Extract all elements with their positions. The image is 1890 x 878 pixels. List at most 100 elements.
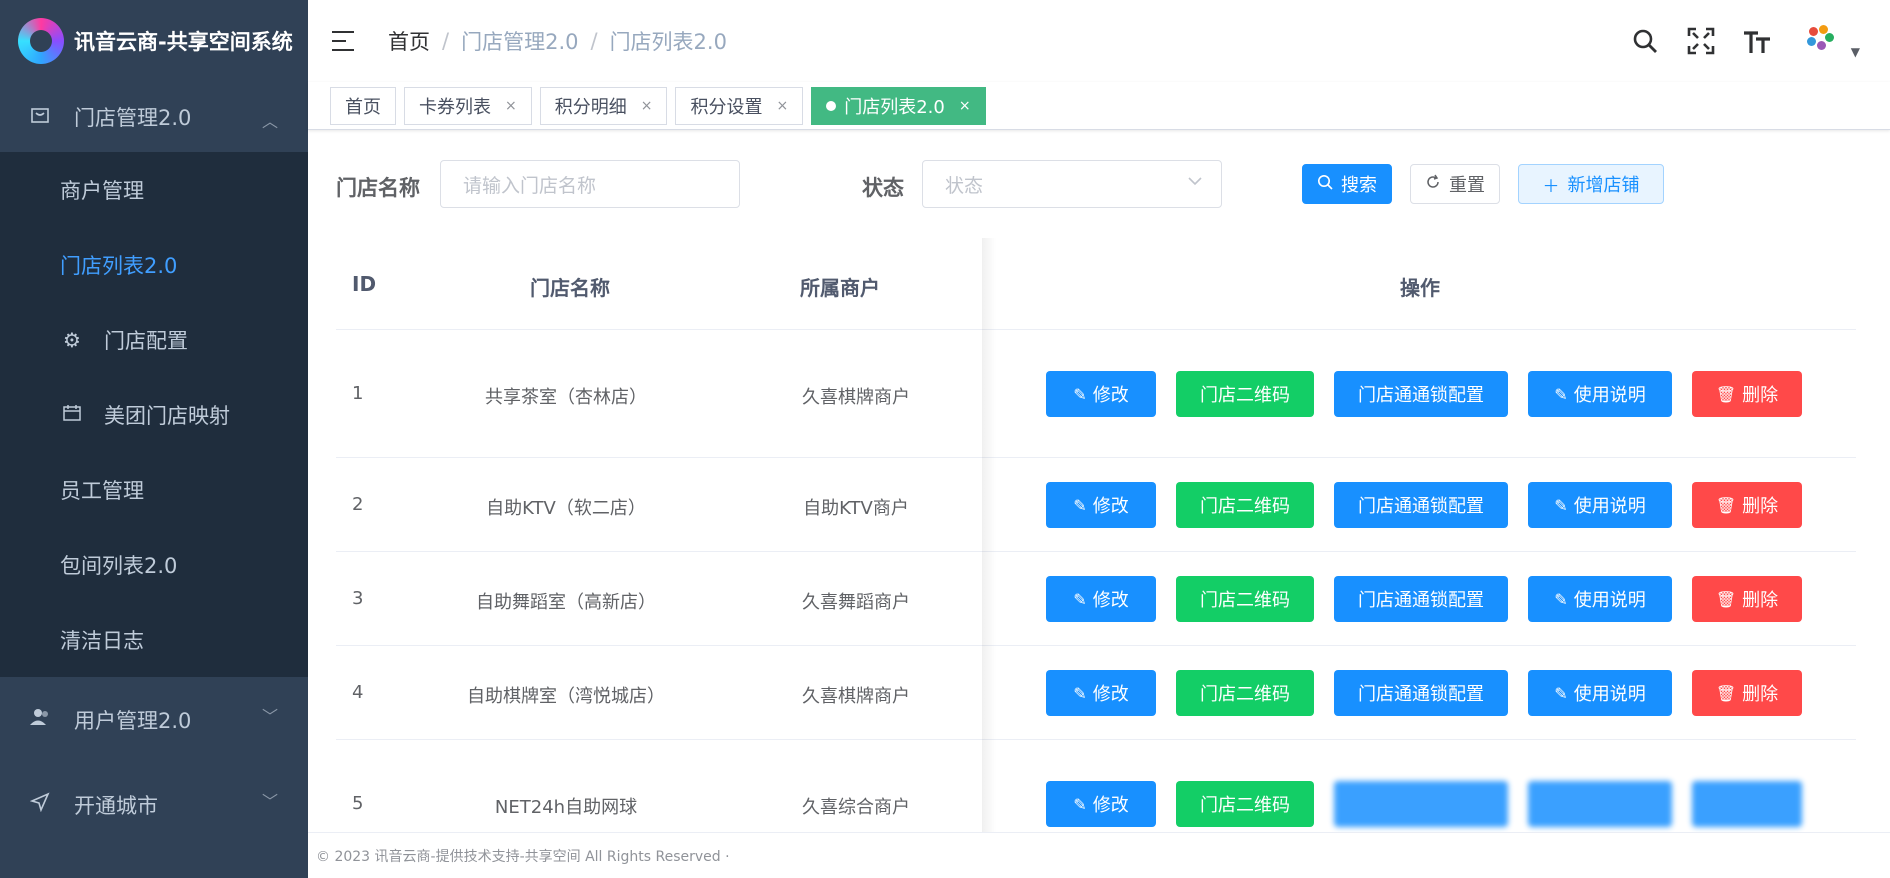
delete-button[interactable]: 🗑删除 [1692, 670, 1802, 716]
tag-label: 门店列表2.0 [844, 96, 945, 118]
plus-icon: ＋ [1542, 176, 1560, 197]
lock-config-button[interactable]: 门店通通锁配置 [1334, 670, 1508, 716]
store-qrcode-button[interactable]: 门店二维码 [1176, 482, 1314, 528]
sidebar-item-store-list[interactable]: 门店列表2.0 [0, 227, 308, 302]
edit-button[interactable]: ✎ 修改 [1046, 371, 1156, 417]
chevron-up-icon: ︿ [261, 112, 278, 131]
store-qrcode-button[interactable]: 门店二维码 [1176, 670, 1314, 716]
delete-button-label: 删除 [1742, 684, 1779, 705]
store-qrcode-button[interactable]: 门店二维码 [1176, 371, 1314, 417]
add-store-button[interactable]: ＋ 新增店铺 [1518, 164, 1664, 204]
store-qrcode-button-label: 门店二维码 [1200, 496, 1290, 517]
user-avatar-menu[interactable]: ▼ [1800, 21, 1860, 61]
delete-button[interactable]: 🗑删除 [1692, 371, 1802, 417]
delete-button-label: 删除 [1742, 385, 1779, 406]
menu-group-store-management[interactable]: 门店管理2.0 ︿ [0, 82, 308, 152]
logo-icon [18, 18, 64, 64]
cell-merchant: 久喜综合商户 [802, 797, 910, 818]
edit-icon: ✎ [1073, 683, 1087, 703]
actions-row: ✎修改门店二维码门店通通锁配置✎使用说明🗑删除 [986, 646, 1856, 740]
delete-button[interactable]: 🗑删除 [1692, 482, 1802, 528]
reset-button-label: 重置 [1449, 175, 1485, 196]
instructions-button[interactable]: ✎使用说明 [1528, 482, 1672, 528]
sidebar-item-merchant-management[interactable]: 商户管理 [0, 152, 308, 227]
delete-button[interactable]: 🗑删除 [1692, 576, 1802, 622]
instructions-button[interactable]: ✎使用说明 [1528, 576, 1672, 622]
close-icon[interactable]: × [959, 98, 971, 114]
cell-merchant: 久喜棋牌商户 [802, 387, 910, 408]
reset-button[interactable]: 重置 [1410, 164, 1500, 204]
edit-icon: ✎ [1554, 495, 1568, 515]
edit-icon: ✎ [1554, 683, 1568, 703]
font-size-icon[interactable] [1729, 0, 1785, 82]
edit-button[interactable]: ✎ 修改 [1046, 670, 1156, 716]
menu-group-label: 用户管理2.0 [74, 708, 192, 733]
menu-group-user-management[interactable]: 用户管理2.0 ﹀ [0, 677, 308, 762]
sidebar-item-staff-management[interactable]: 员工管理 [0, 452, 308, 527]
delete-button-label: 删除 [1742, 590, 1779, 611]
cell-merchant: 久喜舞蹈商户 [802, 592, 910, 613]
tag-label: 首页 [345, 96, 381, 118]
lock-config-button[interactable]: 门店通通锁配置 [1334, 576, 1508, 622]
trash-icon: 🗑 [1715, 495, 1737, 515]
edit-icon: ✎ [1073, 495, 1087, 515]
store-qrcode-button[interactable]: 门店二维码 [1176, 781, 1314, 827]
edit-button[interactable]: ✎ 修改 [1046, 482, 1156, 528]
instructions-button[interactable]: ✎使用说明 [1528, 781, 1672, 827]
sidebar-item-meituan-mapping[interactable]: 美团门店映射 [0, 377, 308, 452]
sidebar-item-label: 清洁日志 [60, 628, 144, 653]
search-icon[interactable] [1617, 0, 1673, 82]
cell-store-name: 共享茶室（杏林店） [485, 387, 647, 408]
edit-icon: ✎ [1073, 384, 1087, 404]
lock-config-button[interactable]: 门店通通锁配置 [1334, 781, 1508, 827]
tag-coupon-list[interactable]: 卡券列表 × [404, 86, 532, 125]
tag-store-list[interactable]: 门店列表2.0 × [811, 86, 986, 125]
chevron-down-icon: ﹀ [261, 707, 278, 726]
column-header-id: ID [352, 272, 377, 296]
fixed-actions-column: 操作 ✎ 修改 门店二维码 门店通通锁配置 ✎ 使用说明 🗑 删除 ✎ 修改 门店二维码 门店通通锁配… [986, 238, 1856, 832]
edit-button-label: 修改 [1092, 795, 1129, 816]
store-name-input[interactable]: 请输入门店名称 [440, 160, 740, 208]
close-icon[interactable]: × [776, 98, 788, 114]
store-name-placeholder: 请输入门店名称 [463, 174, 597, 197]
lock-config-button[interactable]: 门店通通锁配置 [1334, 482, 1508, 528]
tag-points-detail[interactable]: 积分明细 × [539, 86, 668, 125]
breadcrumb-home[interactable]: 首页 [388, 26, 430, 56]
store-qrcode-button-label: 门店二维码 [1200, 684, 1290, 705]
status-select[interactable]: 状态 [922, 160, 1222, 208]
cell-store-name: NET24h自助网球 [494, 797, 638, 818]
edit-button[interactable]: ✎ 修改 [1046, 576, 1156, 622]
lock-config-button[interactable]: 门店通通锁配置 [1334, 371, 1508, 417]
store-qrcode-button[interactable]: 门店二维码 [1176, 576, 1314, 622]
menu-group-label: 门店管理2.0 [74, 106, 192, 130]
trash-icon: 🗑 [1715, 683, 1737, 703]
instructions-button-label: 使用说明 [1573, 684, 1646, 705]
close-icon[interactable]: × [505, 98, 517, 114]
tag-points-settings[interactable]: 积分设置 × [675, 86, 804, 125]
cell-store-name: 自助棋牌室（湾悦城店） [467, 686, 665, 707]
edit-icon: ✎ [1073, 794, 1087, 814]
menu-group-open-cities[interactable]: 开通城市 ﹀ [0, 762, 308, 847]
store-name-label: 门店名称 [336, 176, 420, 200]
sidebar-item-store-config[interactable]: ⚙ 门店配置 [0, 302, 308, 377]
close-icon[interactable]: × [641, 98, 653, 114]
sidebar-item-label: 美团门店映射 [104, 403, 230, 428]
sidebar-item-label: 包间列表2.0 [60, 553, 178, 578]
fixed-column-shadow [982, 238, 996, 832]
hamburger-icon[interactable] [332, 31, 356, 51]
tag-home[interactable]: 首页 [330, 86, 396, 125]
lock-config-button-label: 门店通通锁配置 [1358, 590, 1484, 611]
instructions-button[interactable]: ✎使用说明 [1528, 670, 1672, 716]
edit-button[interactable]: ✎ 修改 [1046, 781, 1156, 827]
sidebar-item-room-list[interactable]: 包间列表2.0 [0, 527, 308, 602]
send-icon [28, 792, 52, 817]
instructions-button[interactable]: ✎使用说明 [1528, 371, 1672, 417]
avatar [1800, 21, 1841, 61]
delete-button[interactable]: 🗑删除 [1692, 781, 1802, 827]
search-button[interactable]: 搜索 [1302, 164, 1392, 204]
search-icon [1317, 174, 1333, 195]
sidebar-item-cleaning-log[interactable]: 清洁日志 [0, 602, 308, 677]
fullscreen-icon[interactable] [1673, 0, 1729, 82]
search-button-label: 搜索 [1341, 175, 1377, 196]
actions-row: ✎修改门店二维码 门店通通锁配置 ✎使用说明 🗑删除 [986, 552, 1856, 646]
